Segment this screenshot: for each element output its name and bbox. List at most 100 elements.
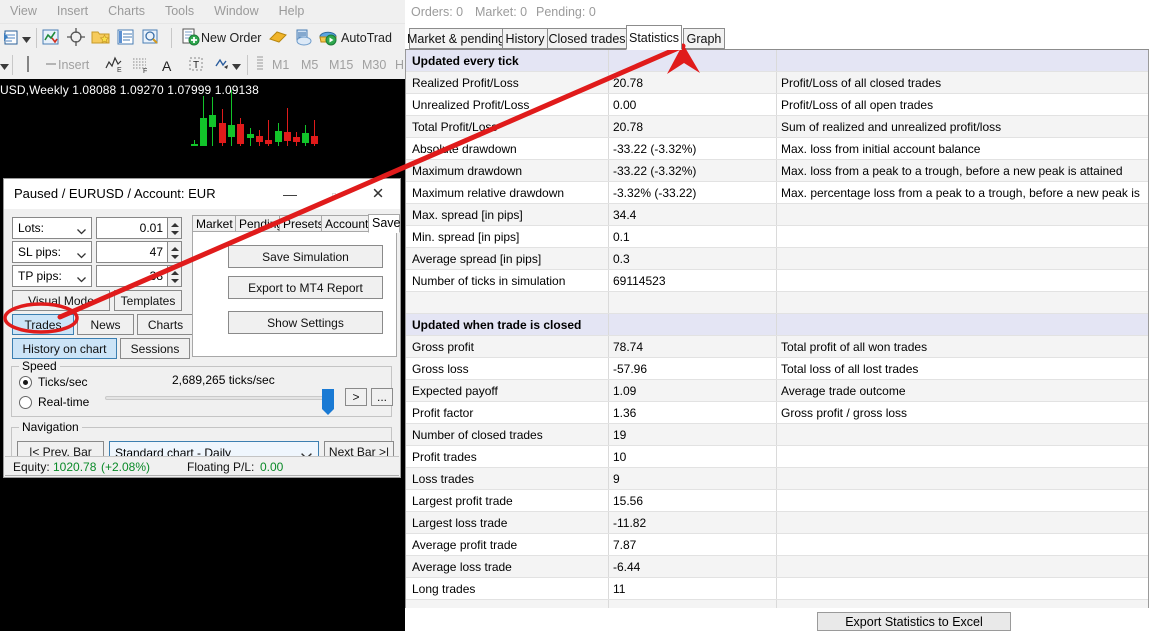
table-section-header[interactable]: Updated when trade is closed bbox=[406, 314, 1148, 336]
table-row[interactable]: Profit factor 1.36 Gross profit / gross lo… bbox=[406, 402, 1148, 424]
export-mt4-report-button[interactable]: Export to MT4 Report bbox=[228, 276, 383, 299]
timeframe-m1[interactable]: M1 bbox=[272, 58, 289, 72]
terminal-icon[interactable] bbox=[268, 27, 288, 50]
history-on-chart-button[interactable]: History on chart bbox=[12, 338, 117, 359]
tab-account[interactable]: Account bbox=[321, 215, 369, 232]
new-chart-icon[interactable] bbox=[2, 27, 22, 50]
insert-label[interactable]: Insert bbox=[58, 58, 89, 72]
minimize-button[interactable]: — bbox=[268, 179, 312, 209]
timeframe-h1[interactable]: H1 bbox=[395, 58, 405, 72]
real-time-radio[interactable] bbox=[19, 396, 32, 409]
table-row[interactable]: Number of ticks in simulation 69114523 bbox=[406, 270, 1148, 292]
new-order-label[interactable]: New Order bbox=[201, 31, 261, 45]
table-row[interactable]: Largest loss trade -11.82 bbox=[406, 512, 1148, 534]
market-watch-icon[interactable] bbox=[116, 27, 136, 50]
stepper-down-icon[interactable] bbox=[171, 255, 179, 259]
table-row[interactable]: Unrealized Profit/Loss 0.00 Profit/Loss of… bbox=[406, 94, 1148, 116]
speed-slider-track[interactable] bbox=[105, 396, 327, 400]
tp-pips-stepper[interactable] bbox=[168, 265, 182, 287]
table-row[interactable]: Max. spread [in pips] 34.4 bbox=[406, 204, 1148, 226]
chevron-down-icon-2[interactable] bbox=[232, 60, 241, 74]
tab-market[interactable]: Market bbox=[192, 215, 236, 232]
show-settings-button[interactable]: Show Settings bbox=[228, 311, 383, 334]
table-row[interactable]: Long trades 11 bbox=[406, 578, 1148, 600]
table-row[interactable]: Gross profit 78.74 Total profit of all won… bbox=[406, 336, 1148, 358]
ticks-per-sec-radio[interactable] bbox=[19, 376, 32, 389]
indicators-icon[interactable] bbox=[41, 27, 61, 50]
text-tool-label[interactable]: A bbox=[162, 58, 171, 74]
timeframe-m15[interactable]: M15 bbox=[329, 58, 353, 72]
cursor-tool-icon[interactable] bbox=[0, 60, 9, 74]
table-row[interactable]: Profit trades 10 bbox=[406, 446, 1148, 468]
statistics-table[interactable]: Updated every tick Realized Profit/Loss 20… bbox=[405, 50, 1149, 608]
stepper-down-icon[interactable] bbox=[171, 231, 179, 235]
text-label-icon[interactable]: T bbox=[186, 54, 206, 77]
fibonacci-icon[interactable]: F bbox=[130, 54, 150, 77]
autotrade-label[interactable]: AutoTrad bbox=[341, 31, 392, 45]
data-window-icon[interactable] bbox=[141, 27, 161, 50]
arrows-icon[interactable] bbox=[212, 54, 232, 77]
table-row[interactable]: Total Profit/Loss 20.78 Sum of realized an… bbox=[406, 116, 1148, 138]
table-row[interactable] bbox=[406, 292, 1148, 314]
sessions-button[interactable]: Sessions bbox=[120, 338, 190, 359]
tab-market-and-pending[interactable]: Market & pending bbox=[407, 28, 505, 49]
tab-graph[interactable]: Graph bbox=[683, 28, 725, 49]
stepper-down-icon[interactable] bbox=[171, 279, 179, 283]
news-button[interactable]: News bbox=[77, 314, 134, 335]
export-statistics-button[interactable]: Export Statistics to Excel bbox=[817, 612, 1011, 631]
tp-pips-input[interactable]: 38 bbox=[96, 265, 168, 287]
autotrade-icon[interactable] bbox=[318, 27, 338, 50]
table-row[interactable]: Average profit trade 7.87 bbox=[406, 534, 1148, 556]
chevron-down-icon[interactable] bbox=[22, 33, 31, 47]
charts-button[interactable]: Charts bbox=[137, 314, 194, 335]
tab-closed-trades[interactable]: Closed trades bbox=[547, 28, 627, 49]
menu-item-insert[interactable]: Insert bbox=[47, 0, 98, 22]
horizontal-line-icon[interactable] bbox=[44, 54, 58, 77]
new-order-icon[interactable] bbox=[180, 27, 200, 50]
favorites-folder-icon[interactable] bbox=[91, 27, 111, 50]
tp-pips-dropdown[interactable]: TP pips: bbox=[12, 265, 92, 287]
sl-pips-input[interactable]: 47 bbox=[96, 241, 168, 263]
menu-item-window[interactable]: Window bbox=[204, 0, 268, 22]
table-row[interactable]: Average loss trade -6.44 bbox=[406, 556, 1148, 578]
menu-item-help[interactable]: Help bbox=[269, 0, 315, 22]
visual-mode-button[interactable]: Visual Mode bbox=[12, 290, 110, 311]
table-row[interactable]: Expected payoff 1.09 Average trade outcome bbox=[406, 380, 1148, 402]
table-row[interactable]: Absolute drawdown -33.22 (-3.32%) Max. los… bbox=[406, 138, 1148, 160]
menu-item-charts[interactable]: Charts bbox=[98, 0, 155, 22]
lots-dropdown[interactable]: Lots: bbox=[12, 217, 92, 239]
timeframe-m5[interactable]: M5 bbox=[301, 58, 318, 72]
ticks-per-sec-label[interactable]: Ticks/sec bbox=[38, 375, 88, 389]
lots-input[interactable]: 0.01 bbox=[96, 217, 168, 239]
stepper-up-icon[interactable] bbox=[171, 223, 179, 227]
sl-pips-stepper[interactable] bbox=[168, 241, 182, 263]
table-row[interactable]: Average spread [in pips] 0.3 bbox=[406, 248, 1148, 270]
timeframe-m30[interactable]: M30 bbox=[362, 58, 386, 72]
elliott-wave-icon[interactable]: E bbox=[104, 54, 124, 77]
speed-slider-thumb[interactable] bbox=[322, 389, 334, 415]
table-row[interactable]: Realized Profit/Loss 20.78 Profit/Loss of … bbox=[406, 72, 1148, 94]
tab-history[interactable]: History bbox=[502, 28, 548, 49]
tab-pending[interactable]: Pending bbox=[235, 215, 283, 232]
maximize-button[interactable]: ▫ bbox=[312, 179, 356, 209]
lots-stepper[interactable] bbox=[168, 217, 182, 239]
dialog-title-bar[interactable]: Paused / EURUSD / Account: EUR — ▫ ✕ bbox=[4, 179, 400, 209]
stepper-up-icon[interactable] bbox=[171, 247, 179, 251]
strategy-tester-icon[interactable] bbox=[293, 27, 313, 50]
table-row[interactable]: Loss trades 9 bbox=[406, 468, 1148, 490]
speed-more-button[interactable]: ... bbox=[371, 388, 393, 406]
table-row[interactable]: Maximum drawdown -33.22 (-3.32%) Max. loss… bbox=[406, 160, 1148, 182]
table-row[interactable]: Largest profit trade 15.56 bbox=[406, 490, 1148, 512]
crosshair-icon[interactable] bbox=[66, 27, 86, 50]
close-button[interactable]: ✕ bbox=[356, 179, 400, 209]
tab-statistics[interactable]: Statistics bbox=[626, 25, 682, 50]
tab-save[interactable]: Save bbox=[368, 214, 401, 233]
table-row[interactable]: Number of closed trades 19 bbox=[406, 424, 1148, 446]
period-separator-icon[interactable] bbox=[255, 54, 265, 77]
tab-presets[interactable]: Presets bbox=[279, 215, 324, 232]
real-time-label[interactable]: Real-time bbox=[38, 395, 89, 409]
vertical-line-icon[interactable] bbox=[24, 54, 32, 77]
save-simulation-button[interactable]: Save Simulation bbox=[228, 245, 383, 268]
speed-step-button[interactable]: > bbox=[345, 388, 367, 406]
sl-pips-dropdown[interactable]: SL pips: bbox=[12, 241, 92, 263]
